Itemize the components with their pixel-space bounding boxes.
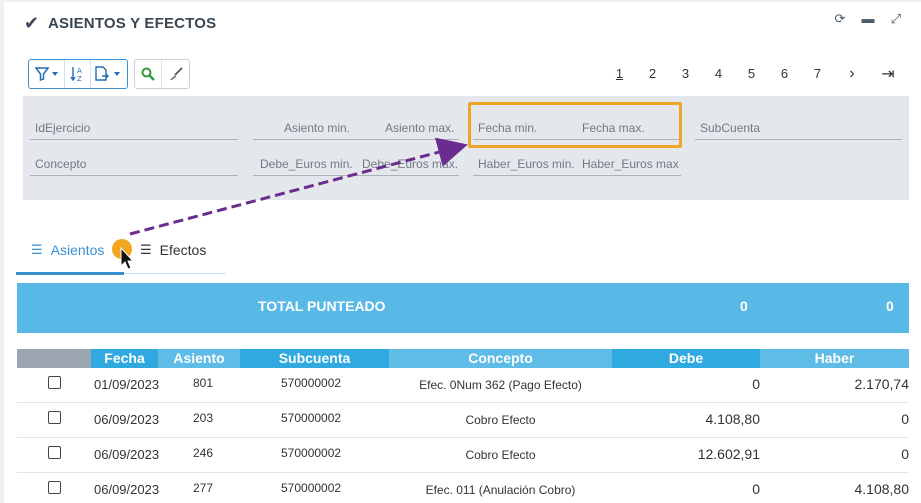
filter-concepto[interactable]: Concepto	[30, 154, 238, 176]
total-punteado-bar: TOTAL PUNTEADO 0 0	[17, 283, 909, 333]
table-row[interactable]: 06/09/2023 277 570000002 Efec. 011 (Anul…	[17, 473, 909, 503]
clear-button[interactable]	[162, 60, 189, 88]
total-debe: 0	[740, 298, 748, 314]
cell-haber: 2.170,74	[854, 376, 910, 392]
row-checkbox[interactable]	[48, 376, 61, 389]
cell-haber: 4.108,80	[854, 481, 910, 497]
haber-min-field[interactable]: Haber_Euros min.	[478, 154, 575, 174]
column-header-asiento[interactable]: Asiento	[158, 349, 240, 368]
next-page-icon[interactable]: ›	[834, 65, 870, 83]
check-icon: ✔	[24, 13, 40, 33]
filter-subcuenta[interactable]: SubCuenta	[695, 118, 902, 140]
cell-fecha: 06/09/2023	[94, 482, 160, 497]
filter-asiento-range[interactable]: Asiento min. Asiento max.	[253, 118, 459, 140]
row-checkbox[interactable]	[48, 411, 61, 424]
filter-debe-range[interactable]: Debe_Euros min. Debe_Euros max.	[253, 154, 459, 176]
grid-header: Fecha Asiento Subcuenta Concepto Debe Ha…	[17, 349, 909, 368]
cell-debe: 0	[752, 481, 760, 497]
page-7[interactable]: 7	[801, 65, 834, 83]
table-row[interactable]: 06/09/2023 246 570000002 Cobro Efecto 12…	[17, 438, 909, 473]
cell-subcuenta: 570000002	[281, 411, 342, 425]
page-6[interactable]: 6	[768, 65, 801, 83]
svg-text:Z: Z	[77, 75, 82, 82]
brush-icon	[169, 67, 183, 80]
window-title-bar: ✔ ASIENTOS Y EFECTOS	[24, 14, 216, 32]
asiento-max-field[interactable]: Asiento max.	[385, 118, 454, 138]
search-button[interactable]	[135, 60, 162, 88]
page-5[interactable]: 5	[735, 65, 768, 83]
row-checkbox[interactable]	[48, 481, 61, 494]
cell-asiento: 246	[193, 446, 214, 460]
fecha-highlight-box	[468, 102, 682, 148]
cell-subcuenta: 570000002	[281, 446, 342, 460]
column-header-debe[interactable]: Debe	[612, 349, 760, 368]
cell-subcuenta: 570000002	[281, 376, 342, 390]
row-checkbox[interactable]	[48, 446, 61, 459]
column-header-subcuenta[interactable]: Subcuenta	[240, 349, 389, 368]
filter-button[interactable]	[29, 60, 65, 88]
select-column-header[interactable]	[17, 349, 91, 368]
page-1[interactable]: 1	[603, 65, 636, 83]
page-4[interactable]: 4	[702, 65, 735, 83]
click-indicator	[112, 239, 132, 259]
filter-icon	[34, 67, 58, 81]
refresh-icon[interactable]: ⟳	[833, 12, 847, 26]
list-icon: ☰	[140, 242, 152, 257]
cell-subcuenta: 570000002	[281, 481, 342, 495]
cell-haber: 0	[901, 411, 909, 427]
cell-debe: 0	[752, 376, 760, 392]
chevron-down-icon	[114, 72, 120, 76]
cell-concepto: Efec. 0Num 362 (Pago Efecto)	[419, 378, 582, 392]
tab-efectos[interactable]: ☰ Efectos	[140, 240, 206, 260]
export-button[interactable]	[91, 60, 127, 88]
sort-button[interactable]: A Z	[65, 60, 91, 88]
column-header-fecha[interactable]: Fecha	[91, 349, 158, 368]
cell-asiento: 801	[193, 376, 214, 390]
sort-az-icon: A Z	[69, 67, 82, 82]
tab-asientos[interactable]: ☰ Asientos	[31, 240, 104, 260]
svg-text:A: A	[77, 67, 82, 75]
cell-fecha: 01/09/2023	[94, 377, 160, 392]
filter-id-ejercicio[interactable]: IdEjercicio	[30, 118, 238, 140]
last-page-icon[interactable]: ⇥	[870, 64, 906, 84]
cell-concepto: Cobro Efecto	[465, 448, 536, 462]
total-label: TOTAL PUNTEADO	[258, 298, 386, 314]
pagination: 1 2 3 4 5 6 7 › ⇥	[603, 64, 906, 84]
window-title: ASIENTOS Y EFECTOS	[48, 14, 217, 32]
cell-debe: 4.108,80	[705, 411, 761, 427]
toolbar: A Z	[28, 59, 190, 89]
minimize-icon[interactable]: ▬	[861, 12, 875, 26]
filter-sort-export-group: A Z	[28, 59, 128, 89]
column-header-concepto[interactable]: Concepto	[389, 349, 612, 368]
debe-min-field[interactable]: Debe_Euros min.	[260, 154, 353, 174]
window-controls: ⟳ ▬ ⤢	[833, 12, 903, 26]
grid-body: 01/09/2023 801 570000002 Efec. 0Num 362 …	[17, 368, 909, 503]
total-haber: 0	[886, 298, 894, 314]
haber-max-field[interactable]: Haber_Euros max	[582, 154, 679, 174]
cell-asiento: 203	[193, 411, 214, 425]
filter-panel	[23, 96, 909, 200]
cell-fecha: 06/09/2023	[94, 412, 160, 427]
active-tab-indicator	[16, 272, 124, 275]
export-icon	[95, 66, 120, 81]
search-icon	[141, 67, 155, 81]
column-header-haber[interactable]: Haber	[760, 349, 909, 368]
page-2[interactable]: 2	[636, 65, 669, 83]
asiento-min-field[interactable]: Asiento min.	[284, 118, 350, 138]
page-3[interactable]: 3	[669, 65, 702, 83]
cell-concepto: Efec. 011 (Anulación Cobro)	[425, 483, 576, 497]
expand-icon[interactable]: ⤢	[889, 12, 903, 26]
filter-haber-range[interactable]: Haber_Euros min. Haber_Euros max	[473, 154, 681, 176]
table-row[interactable]: 06/09/2023 203 570000002 Cobro Efecto 4.…	[17, 403, 909, 438]
list-icon: ☰	[31, 242, 43, 257]
cell-fecha: 06/09/2023	[94, 447, 160, 462]
table-row[interactable]: 01/09/2023 801 570000002 Efec. 0Num 362 …	[17, 368, 909, 403]
cell-concepto: Cobro Efecto	[465, 413, 536, 427]
cell-haber: 0	[901, 446, 909, 462]
chevron-down-icon	[51, 72, 58, 76]
cell-asiento: 277	[193, 481, 214, 495]
search-brush-group	[134, 59, 190, 89]
debe-max-field[interactable]: Debe_Euros max.	[362, 154, 458, 174]
cell-debe: 12.602,91	[697, 446, 760, 462]
